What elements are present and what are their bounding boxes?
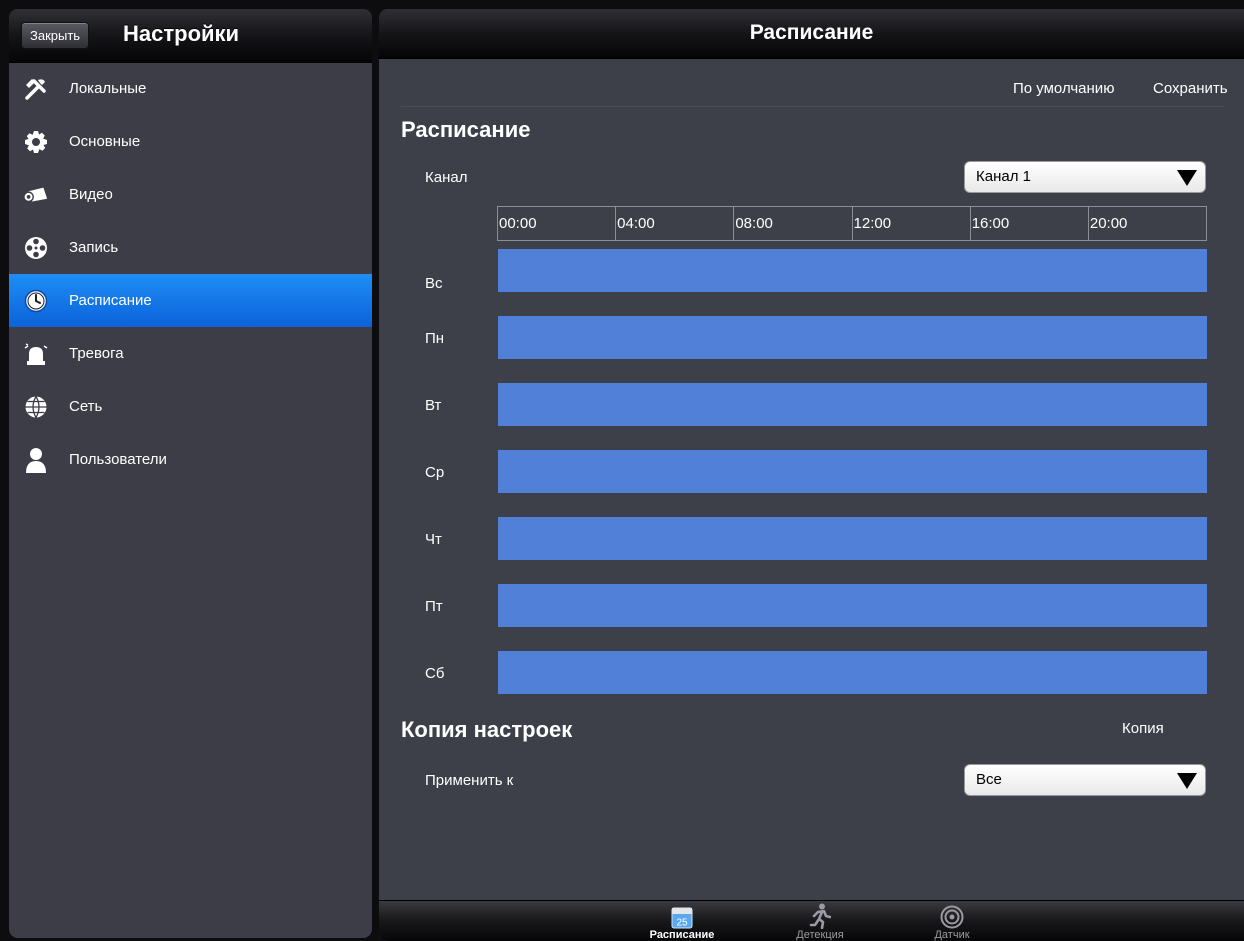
day-label-sun: Вс [425, 275, 443, 292]
calendar-icon: 25 [627, 901, 737, 929]
schedule-bar-sun[interactable] [498, 249, 1207, 292]
film-reel-icon [23, 235, 49, 261]
tab-detection[interactable]: Детекция [765, 901, 875, 941]
settings-menu: Локальные Основные Видео Запись Расписан… [9, 62, 372, 486]
day-label-thu: Чт [425, 531, 442, 548]
clock-icon [23, 288, 49, 314]
apply-to-select-value: Все [976, 771, 1002, 788]
menu-item-general[interactable]: Основные [9, 115, 372, 168]
time-tick: 12:00 [851, 207, 970, 240]
close-button[interactable]: Закрыть [21, 22, 90, 49]
menu-item-network[interactable]: Сеть [9, 380, 372, 433]
time-tick: 20:00 [1087, 207, 1206, 240]
menu-item-local[interactable]: Локальные [9, 62, 372, 115]
tab-label: Расписание [649, 929, 715, 941]
default-button[interactable]: По умолчанию [1013, 80, 1114, 97]
schedule-bar-tue[interactable] [498, 383, 1207, 426]
menu-item-label: Сеть [69, 398, 103, 415]
schedule-bar-sat[interactable] [498, 651, 1207, 694]
alarm-icon [23, 341, 49, 367]
time-ruler: 00:00 04:00 08:00 12:00 16:00 20:00 [497, 206, 1207, 241]
menu-item-label: Расписание [69, 292, 152, 309]
copy-section-title: Копия настроек [401, 717, 573, 742]
menu-item-schedule[interactable]: Расписание [9, 274, 372, 327]
day-label-tue: Вт [425, 397, 442, 414]
tab-sensor[interactable]: Датчик [897, 901, 1007, 941]
menu-item-label: Видео [69, 186, 113, 203]
schedule-bar-wed[interactable] [498, 450, 1207, 493]
channel-select-value: Канал 1 [976, 168, 1031, 185]
detail-navbar: Расписание [379, 9, 1244, 59]
save-button[interactable]: Сохранить [1153, 80, 1228, 97]
menu-item-alarm[interactable]: Тревога [9, 327, 372, 380]
menu-item-label: Тревога [69, 345, 124, 362]
user-icon [23, 447, 49, 473]
camera-icon [23, 182, 49, 208]
menu-item-label: Пользователи [69, 451, 167, 468]
menu-item-record[interactable]: Запись [9, 221, 372, 274]
divider [401, 106, 1224, 107]
channel-select[interactable]: Канал 1 [964, 161, 1206, 193]
copy-button[interactable]: Копия [1122, 720, 1164, 737]
time-tick: 00:00 [499, 215, 537, 232]
dropdown-arrow-icon [1177, 773, 1197, 789]
schedule-detail-panel: Расписание По умолчанию Сохранить Распис… [379, 9, 1244, 941]
time-tick: 16:00 [969, 207, 1088, 240]
schedule-section-title: Расписание [401, 117, 531, 142]
day-label-fri: Пт [425, 598, 443, 615]
apply-to-label: Применить к [425, 772, 514, 789]
menu-item-users[interactable]: Пользователи [9, 433, 372, 486]
settings-title: Настройки [123, 21, 240, 46]
settings-master-panel: Закрыть Настройки Локальные Основные Вид… [9, 9, 372, 938]
dropdown-arrow-icon [1177, 170, 1197, 186]
tools-icon [23, 76, 49, 102]
gear-icon [23, 129, 49, 155]
time-tick: 08:00 [733, 207, 851, 240]
schedule-bar-fri[interactable] [498, 584, 1207, 627]
tab-label: Детекция [796, 929, 844, 941]
running-man-icon [765, 901, 875, 929]
svg-text:25: 25 [676, 918, 688, 929]
page-title: Расписание [749, 21, 874, 44]
day-label-mon: Пн [425, 330, 445, 347]
settings-navbar: Закрыть Настройки [9, 9, 372, 63]
tab-label: Датчик [934, 929, 970, 941]
channel-label: Канал [425, 169, 468, 186]
day-label-sat: Сб [425, 665, 445, 682]
apply-to-select[interactable]: Все [964, 764, 1206, 796]
tab-schedule[interactable]: 25 Расписание [627, 901, 737, 941]
menu-item-label: Основные [69, 133, 141, 150]
sensor-icon [897, 901, 1007, 929]
schedule-bar-mon[interactable] [498, 316, 1207, 359]
schedule-bar-thu[interactable] [498, 517, 1207, 560]
menu-item-label: Локальные [69, 80, 147, 97]
day-label-wed: Ср [425, 464, 445, 481]
menu-item-label: Запись [69, 239, 119, 256]
menu-item-video[interactable]: Видео [9, 168, 372, 221]
time-tick: 04:00 [615, 207, 733, 240]
globe-icon [23, 394, 49, 420]
